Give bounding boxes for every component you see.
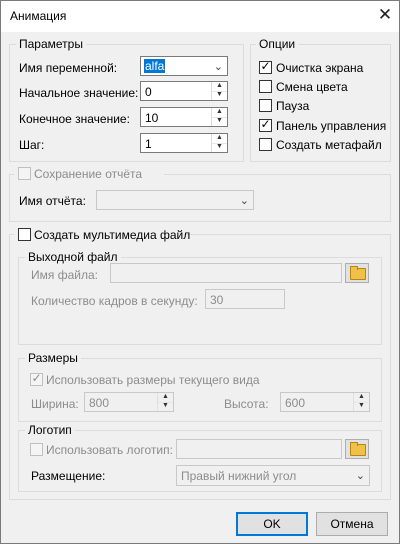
spin-down-icon[interactable]: ▼ bbox=[354, 402, 369, 411]
width-label: Ширина: bbox=[31, 397, 79, 411]
report-name-combo[interactable]: ⌄ bbox=[96, 190, 254, 210]
logo-legend: Логотип bbox=[25, 423, 75, 437]
title-bar: Анимация ✕ bbox=[0, 0, 400, 32]
spin-down-icon[interactable]: ▼ bbox=[212, 143, 227, 152]
logo-path-input[interactable] bbox=[176, 439, 342, 459]
end-spin[interactable]: ▲ ▼ bbox=[211, 108, 227, 126]
step-stepper[interactable]: 1 ▲ ▼ bbox=[140, 133, 228, 153]
placement-value: Правый нижний угол bbox=[181, 469, 297, 483]
end-value: 10 bbox=[145, 111, 159, 125]
create-multimedia-label: Создать мультимедиа файл bbox=[34, 228, 191, 242]
checkbox[interactable] bbox=[18, 167, 31, 180]
fps-value: 30 bbox=[210, 293, 224, 307]
width-spin[interactable]: ▲ ▼ bbox=[157, 393, 173, 411]
option-label: Панель управления bbox=[276, 119, 387, 133]
var-name-value: alfa bbox=[144, 59, 166, 73]
option-pause[interactable]: Пауза bbox=[259, 99, 384, 113]
end-value-stepper[interactable]: 10 ▲ ▼ bbox=[140, 107, 228, 127]
sizes-legend: Размеры bbox=[25, 351, 81, 365]
use-view-size-checkbox[interactable]: ✓ Использовать размеры текущего вида bbox=[30, 371, 260, 387]
option-label: Смена цвета bbox=[276, 80, 348, 94]
checkbox[interactable] bbox=[259, 80, 272, 93]
save-report-label: Сохранение отчёта bbox=[34, 167, 143, 181]
check-icon: ✓ bbox=[260, 117, 271, 131]
checkbox[interactable]: ✓ bbox=[259, 117, 272, 132]
chevron-down-icon[interactable]: ⌄ bbox=[214, 60, 223, 73]
chevron-down-icon[interactable]: ⌄ bbox=[240, 194, 249, 207]
end-value-label: Конечное значение: bbox=[19, 112, 130, 126]
step-label: Шаг: bbox=[19, 138, 45, 152]
fps-input[interactable]: 30 bbox=[205, 289, 285, 309]
options-legend: Опции bbox=[256, 37, 299, 51]
placement-label: Размещение: bbox=[31, 469, 106, 483]
start-value-label: Начальное значение: bbox=[19, 86, 139, 100]
folder-icon bbox=[350, 266, 366, 280]
browse-logo-button[interactable] bbox=[345, 439, 369, 459]
var-name-label: Имя переменной: bbox=[19, 61, 118, 75]
height-stepper[interactable]: 600 ▲ ▼ bbox=[280, 392, 370, 412]
create-multimedia-checkbox[interactable]: Создать мультимедиа файл bbox=[14, 228, 190, 242]
height-label: Высота: bbox=[224, 397, 269, 411]
report-name-label: Имя отчёта: bbox=[19, 194, 86, 208]
use-view-size-label: Использовать размеры текущего вида bbox=[46, 373, 260, 387]
params-legend: Параметры bbox=[16, 37, 86, 51]
save-report-checkbox[interactable]: Сохранение отчёта bbox=[14, 167, 164, 181]
spin-down-icon[interactable]: ▼ bbox=[158, 402, 173, 411]
step-value: 1 bbox=[145, 137, 152, 151]
checkbox[interactable]: ✓ bbox=[30, 371, 43, 386]
checkbox[interactable] bbox=[30, 443, 43, 456]
cancel-button[interactable]: Отмена bbox=[316, 512, 388, 536]
fps-label: Количество кадров в секунду: bbox=[31, 294, 198, 308]
filename-input[interactable] bbox=[110, 263, 342, 283]
check-icon: ✓ bbox=[260, 59, 271, 73]
use-logo-checkbox[interactable]: Использовать логотип: bbox=[30, 443, 175, 457]
start-value-stepper[interactable]: 0 ▲ ▼ bbox=[140, 81, 228, 101]
spin-down-icon[interactable]: ▼ bbox=[212, 117, 227, 126]
placement-combo[interactable]: Правый нижний угол ⌄ bbox=[176, 465, 370, 486]
step-spin[interactable]: ▲ ▼ bbox=[211, 134, 227, 152]
option-create-metafile[interactable]: Создать метафайл bbox=[259, 138, 384, 152]
ok-button[interactable]: OK bbox=[236, 512, 308, 536]
checkbox[interactable] bbox=[259, 99, 272, 112]
chevron-down-icon[interactable]: ⌄ bbox=[356, 469, 365, 482]
option-clear-screen[interactable]: ✓ Очистка экрана bbox=[259, 59, 384, 75]
option-color-change[interactable]: Смена цвета bbox=[259, 80, 384, 94]
output-file-legend: Выходной файл bbox=[25, 250, 121, 264]
width-value: 800 bbox=[89, 396, 110, 410]
filename-label: Имя файла: bbox=[31, 268, 98, 282]
start-spin[interactable]: ▲ ▼ bbox=[211, 82, 227, 100]
option-label: Создать метафайл bbox=[276, 138, 382, 152]
check-icon: ✓ bbox=[31, 371, 42, 385]
sizes-group bbox=[18, 358, 382, 422]
height-spin[interactable]: ▲ ▼ bbox=[353, 393, 369, 411]
use-logo-label: Использовать логотип: bbox=[46, 443, 173, 457]
checkbox[interactable] bbox=[18, 228, 31, 241]
checkbox[interactable] bbox=[259, 138, 272, 151]
checkbox[interactable]: ✓ bbox=[259, 59, 272, 74]
height-value: 600 bbox=[285, 396, 306, 410]
folder-icon bbox=[350, 442, 366, 456]
width-stepper[interactable]: 800 ▲ ▼ bbox=[84, 392, 174, 412]
start-value: 0 bbox=[145, 85, 152, 99]
option-label: Пауза bbox=[276, 99, 310, 113]
option-control-panel[interactable]: ✓ Панель управления bbox=[259, 117, 387, 133]
close-icon[interactable]: ✕ bbox=[375, 5, 395, 25]
window-title: Анимация bbox=[10, 9, 67, 23]
browse-file-button[interactable] bbox=[345, 263, 369, 283]
var-name-combo[interactable]: alfa ⌄ bbox=[140, 56, 228, 76]
option-label: Очистка экрана bbox=[276, 61, 364, 75]
spin-down-icon[interactable]: ▼ bbox=[212, 91, 227, 100]
